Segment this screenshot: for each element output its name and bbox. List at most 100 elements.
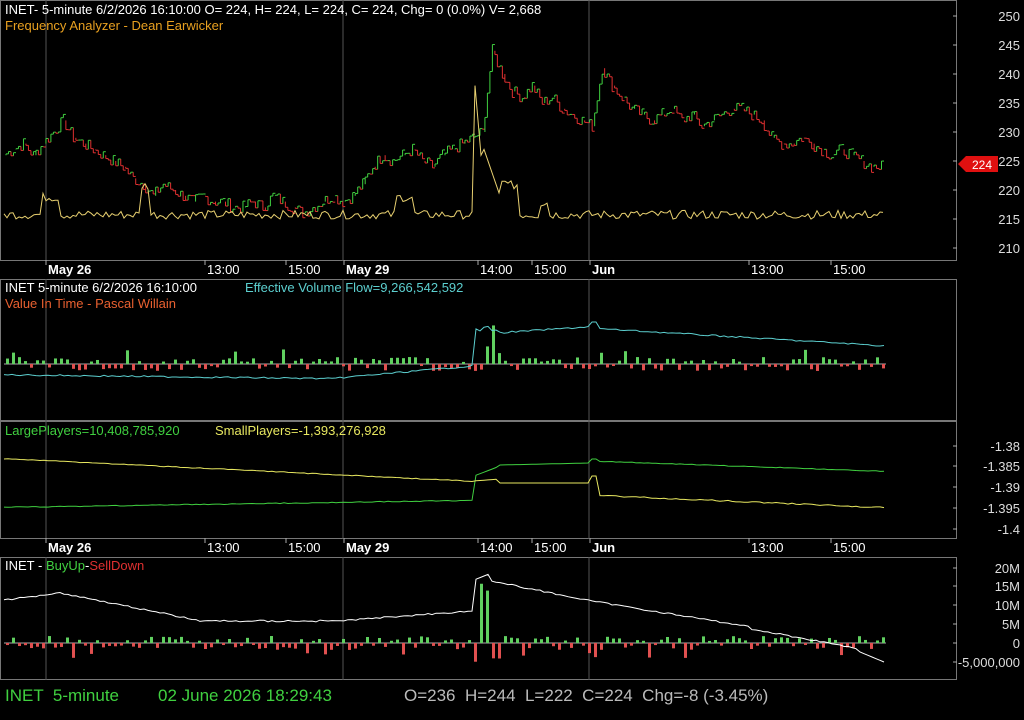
vit-bar bbox=[192, 359, 195, 364]
bs-bar bbox=[354, 643, 357, 649]
bs-bar bbox=[642, 640, 645, 643]
bs-bar bbox=[306, 643, 309, 654]
vit-bar bbox=[48, 364, 51, 368]
bs-bar bbox=[702, 636, 705, 643]
frequency-analyzer-line bbox=[3, 85, 884, 220]
vit-bar bbox=[624, 351, 627, 364]
vit-bar bbox=[174, 359, 177, 364]
vit-bar bbox=[684, 361, 687, 364]
vit-bar bbox=[42, 360, 45, 364]
vit-bar bbox=[528, 358, 531, 364]
x-tick-label: 15:00 bbox=[833, 540, 866, 555]
vit-bar bbox=[558, 359, 561, 364]
vit-bar bbox=[126, 350, 129, 364]
bs-bar bbox=[234, 643, 237, 648]
bs-bar bbox=[300, 639, 303, 643]
bs-bar bbox=[726, 639, 729, 643]
bs-bar bbox=[612, 638, 615, 643]
vit-bar bbox=[480, 364, 483, 370]
y-tick-label: 15M bbox=[995, 579, 1020, 594]
vit-bar bbox=[876, 357, 879, 364]
bs-bar bbox=[744, 640, 747, 643]
x-tick-label: 15:00 bbox=[534, 262, 567, 277]
y-tick-label: 235 bbox=[998, 96, 1020, 111]
bs-bar bbox=[678, 638, 681, 643]
bs-bar bbox=[144, 640, 147, 643]
bs-bar bbox=[690, 643, 693, 650]
status-datetime: 02 June 2026 18:29:43 bbox=[158, 686, 332, 705]
bs-bar bbox=[720, 643, 723, 646]
vit-bar bbox=[534, 358, 537, 364]
bs-bar bbox=[72, 643, 75, 658]
bs-bar bbox=[468, 640, 471, 643]
bs-bar bbox=[498, 643, 501, 659]
bs-bar bbox=[486, 590, 489, 643]
vit-bar bbox=[306, 364, 309, 370]
x-tick-label: 15:00 bbox=[288, 262, 321, 277]
vit-bar bbox=[282, 349, 285, 364]
bs-bar bbox=[210, 643, 213, 648]
status-ohlc: O=236 H=244 L=222 C=224 Chg=-8 (-3.45%) bbox=[404, 686, 769, 705]
vit-bar bbox=[636, 357, 639, 364]
bs-bar bbox=[522, 643, 525, 656]
vit-bar bbox=[810, 364, 813, 370]
bs-bar bbox=[474, 643, 477, 662]
x-tick-label: 14:00 bbox=[480, 262, 513, 277]
vit-bar bbox=[138, 361, 141, 364]
vit-bar bbox=[390, 357, 393, 364]
vit-bar bbox=[846, 364, 849, 367]
bs-bar bbox=[852, 643, 855, 648]
vit-bar bbox=[570, 364, 573, 369]
bs-ticker: INET - bbox=[5, 558, 46, 573]
bs-bar bbox=[240, 643, 243, 647]
y-tick-label: 0 bbox=[1013, 636, 1020, 651]
bs-bar bbox=[24, 643, 27, 646]
vit-bar bbox=[420, 364, 423, 367]
bs-bar bbox=[510, 637, 513, 643]
vit-bar bbox=[198, 364, 201, 368]
vit-bar bbox=[498, 353, 501, 364]
bs-bar bbox=[696, 643, 699, 646]
vit-bar bbox=[384, 364, 387, 371]
bs-bar bbox=[174, 639, 177, 643]
bs-bar bbox=[420, 636, 423, 643]
bs-bar bbox=[324, 643, 327, 655]
vit-bar bbox=[582, 364, 585, 369]
bs-bar bbox=[402, 643, 405, 655]
bs-bar bbox=[624, 643, 627, 648]
bs-bar bbox=[42, 643, 45, 649]
vit-bar bbox=[432, 364, 435, 371]
bs-bar bbox=[528, 643, 531, 649]
buyup-selldown-label: INET - BuyUp-SellDown bbox=[5, 558, 144, 573]
bs-bar bbox=[666, 636, 669, 643]
large-players-line bbox=[3, 458, 885, 508]
panel1-header: INET- 5-minute 6/2/2026 16:10:00 O= 224,… bbox=[5, 2, 541, 17]
vit-bar bbox=[798, 359, 801, 364]
vit-bar bbox=[564, 364, 567, 369]
bs-bar bbox=[714, 640, 717, 643]
x-tick-label: 13:00 bbox=[751, 540, 784, 555]
vit-bar bbox=[864, 359, 867, 364]
bs-bar bbox=[180, 636, 183, 643]
panel2-header-evf: Effective Volume Flow=9,266,542,592 bbox=[245, 280, 463, 295]
x-tick-label: Jun bbox=[592, 540, 615, 555]
vit-bar bbox=[726, 364, 729, 367]
bs-bar bbox=[54, 643, 57, 648]
bs-selldown: SellDown bbox=[89, 558, 144, 573]
vit-bar bbox=[804, 349, 807, 364]
bs-bar bbox=[864, 639, 867, 643]
x-tick-label: May 26 bbox=[48, 540, 91, 555]
bs-bar bbox=[90, 643, 93, 654]
bs-bar bbox=[594, 643, 597, 658]
panel-frame bbox=[0, 421, 957, 539]
bs-bar bbox=[12, 637, 15, 643]
y-tick-label: -5,000,000 bbox=[958, 655, 1020, 670]
vit-bar bbox=[102, 364, 105, 370]
bs-bar bbox=[606, 636, 609, 643]
bs-bar bbox=[672, 643, 675, 649]
bs-bar bbox=[138, 643, 141, 648]
vit-bar bbox=[576, 357, 579, 364]
vit-bar bbox=[744, 364, 747, 371]
effective-volume-flow-line bbox=[3, 321, 885, 380]
bs-bar bbox=[264, 643, 267, 649]
